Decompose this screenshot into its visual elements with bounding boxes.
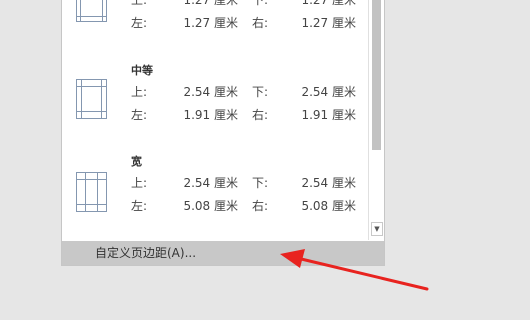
red-arrow-annotation [280,249,429,291]
